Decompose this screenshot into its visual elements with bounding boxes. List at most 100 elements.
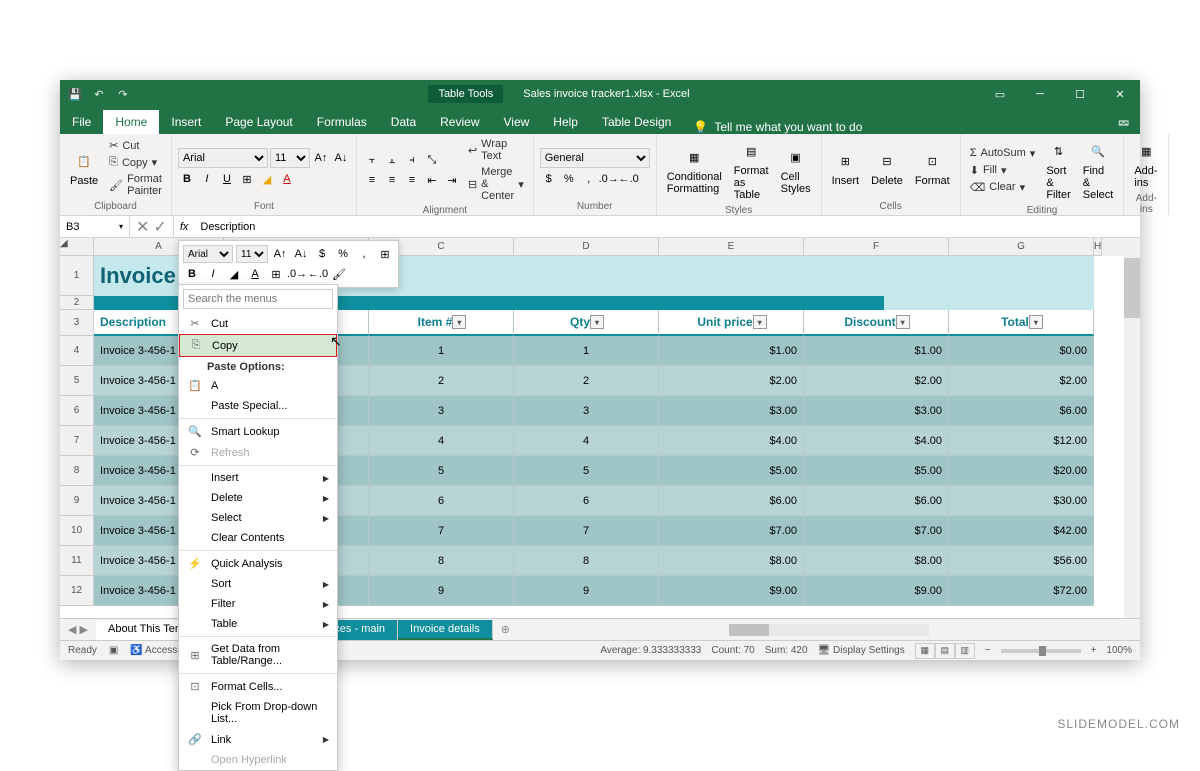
cell[interactable]: 6	[369, 486, 514, 516]
tab-review[interactable]: Review	[428, 110, 491, 134]
mini-font-color-button[interactable]: A	[246, 265, 264, 283]
row-header[interactable]: 7	[60, 426, 94, 456]
conditional-formatting-button[interactable]: ▦Conditional Formatting	[663, 137, 726, 203]
filter-button[interactable]: ▾	[753, 315, 767, 329]
zoom-level[interactable]: 100%	[1106, 645, 1132, 656]
col-header-D[interactable]: D	[514, 238, 659, 256]
orientation-icon[interactable]: ⤡	[423, 151, 441, 169]
tab-view[interactable]: View	[492, 110, 542, 134]
tell-me-search[interactable]: 💡 Tell me what you want to do	[693, 120, 862, 134]
ctx-insert[interactable]: Insert▶	[179, 468, 337, 488]
cell-styles-button[interactable]: ▣Cell Styles	[777, 137, 815, 203]
row-header[interactable]: 6	[60, 396, 94, 426]
paste-button[interactable]: 📋 Paste	[66, 137, 102, 199]
select-all-corner[interactable]: ◢	[60, 238, 94, 256]
sheet-nav[interactable]: ◀ ▶	[60, 623, 96, 636]
horizontal-scrollbar[interactable]	[518, 624, 1140, 636]
comma-icon[interactable]: ,	[580, 170, 598, 188]
indent-dec-icon[interactable]: ⇤	[423, 171, 441, 189]
fill-button[interactable]: ⬇ Fill ▾	[967, 163, 1039, 178]
cell[interactable]: $2.00	[949, 366, 1094, 396]
row-header[interactable]: 11	[60, 546, 94, 576]
fill-color-button[interactable]: ◢	[258, 170, 276, 188]
page-layout-view-button[interactable]: ▤	[935, 643, 955, 659]
cell[interactable]: $6.00	[804, 486, 949, 516]
cell[interactable]: $9.00	[659, 576, 804, 606]
delete-cells-button[interactable]: ⊟Delete	[867, 137, 907, 199]
filter-button[interactable]: ▾	[896, 315, 910, 329]
cell[interactable]: 1	[514, 336, 659, 366]
cell[interactable]: $7.00	[804, 516, 949, 546]
mini-dec-dec-icon[interactable]: ←.0	[309, 265, 327, 283]
cell[interactable]: $4.00	[659, 426, 804, 456]
mini-border-icon[interactable]: ⊞	[376, 245, 394, 263]
addins-button[interactable]: ▦Add-ins	[1130, 137, 1162, 191]
ctx-quick[interactable]: ⚡Quick Analysis	[179, 553, 337, 574]
cell[interactable]: 8	[369, 546, 514, 576]
row-header[interactable]: 2	[60, 296, 94, 310]
align-right-icon[interactable]: ≡	[403, 171, 421, 189]
tab-data[interactable]: Data	[379, 110, 428, 134]
row-header[interactable]: 3	[60, 310, 94, 336]
mini-currency-icon[interactable]: $	[313, 245, 331, 263]
cell[interactable]: $72.00	[949, 576, 1094, 606]
col-header-E[interactable]: E	[659, 238, 804, 256]
table-header[interactable]: Total▾	[949, 310, 1094, 336]
cell[interactable]: 2	[514, 366, 659, 396]
mini-format-painter-icon[interactable]: 🖌	[330, 265, 348, 283]
context-menu-search[interactable]	[183, 289, 333, 309]
cancel-icon[interactable]: ✕	[136, 217, 149, 237]
wrap-text-button[interactable]: ↩ Wrap Text	[465, 137, 527, 163]
tab-page-layout[interactable]: Page Layout	[213, 110, 304, 134]
tab-file[interactable]: File	[60, 110, 103, 134]
ctx-filter[interactable]: Filter▶	[179, 594, 337, 614]
ctx-copy[interactable]: ⎘Copy	[179, 334, 337, 357]
mini-grow-font-icon[interactable]: A↑	[271, 245, 289, 263]
percent-icon[interactable]: %	[560, 170, 578, 188]
mini-font-select[interactable]: Arial	[183, 245, 233, 263]
record-macro-icon[interactable]: ▣	[109, 645, 118, 656]
decrease-font-icon[interactable]: A↓	[332, 149, 350, 167]
align-center-icon[interactable]: ≡	[383, 171, 401, 189]
normal-view-button[interactable]: ▦	[915, 643, 935, 659]
mini-bold-button[interactable]: B	[183, 265, 201, 283]
mini-percent-icon[interactable]: %	[334, 245, 352, 263]
cell[interactable]: 7	[514, 516, 659, 546]
close-button[interactable]: ✕	[1100, 80, 1140, 108]
ribbon-options-icon[interactable]: ▭	[980, 80, 1020, 108]
filter-button[interactable]: ▾	[590, 315, 604, 329]
table-header[interactable]: Unit price▾	[659, 310, 804, 336]
ctx-smart-lookup[interactable]: 🔍Smart Lookup	[179, 421, 337, 442]
ctx-sort[interactable]: Sort▶	[179, 574, 337, 594]
cell[interactable]: $8.00	[659, 546, 804, 576]
enter-icon[interactable]: ✓	[153, 217, 166, 237]
cell[interactable]: 8	[514, 546, 659, 576]
name-box[interactable]: B3▾	[60, 216, 130, 237]
cell[interactable]: $12.00	[949, 426, 1094, 456]
cut-button[interactable]: ✂ Cut	[106, 138, 165, 153]
copy-button[interactable]: ⎘ Copy ▾	[106, 155, 165, 170]
cell[interactable]: 4	[369, 426, 514, 456]
table-header[interactable]: Item #▾	[369, 310, 514, 336]
save-icon[interactable]: 💾	[68, 87, 82, 101]
table-header[interactable]: Qty▾	[514, 310, 659, 336]
col-header-G[interactable]: G	[949, 238, 1094, 256]
tab-home[interactable]: Home	[103, 110, 159, 134]
indent-inc-icon[interactable]: ⇥	[443, 171, 461, 189]
ctx-table[interactable]: Table▶	[179, 614, 337, 634]
tab-table-design[interactable]: Table Design	[590, 110, 683, 134]
cell[interactable]: 2	[369, 366, 514, 396]
share-icon[interactable]: ⮹	[1117, 116, 1130, 134]
cell[interactable]: $6.00	[659, 486, 804, 516]
dec-decimal-icon[interactable]: ←.0	[620, 170, 638, 188]
font-name-select[interactable]: Arial	[178, 148, 268, 168]
cell[interactable]: $42.00	[949, 516, 1094, 546]
font-color-button[interactable]: A	[278, 170, 296, 188]
row-header[interactable]: 8	[60, 456, 94, 486]
redo-icon[interactable]: ↷	[116, 87, 130, 101]
cell[interactable]: $1.00	[804, 336, 949, 366]
cell[interactable]: 5	[369, 456, 514, 486]
tab-insert[interactable]: Insert	[159, 110, 213, 134]
maximize-button[interactable]: ☐	[1060, 80, 1100, 108]
cell[interactable]: $56.00	[949, 546, 1094, 576]
